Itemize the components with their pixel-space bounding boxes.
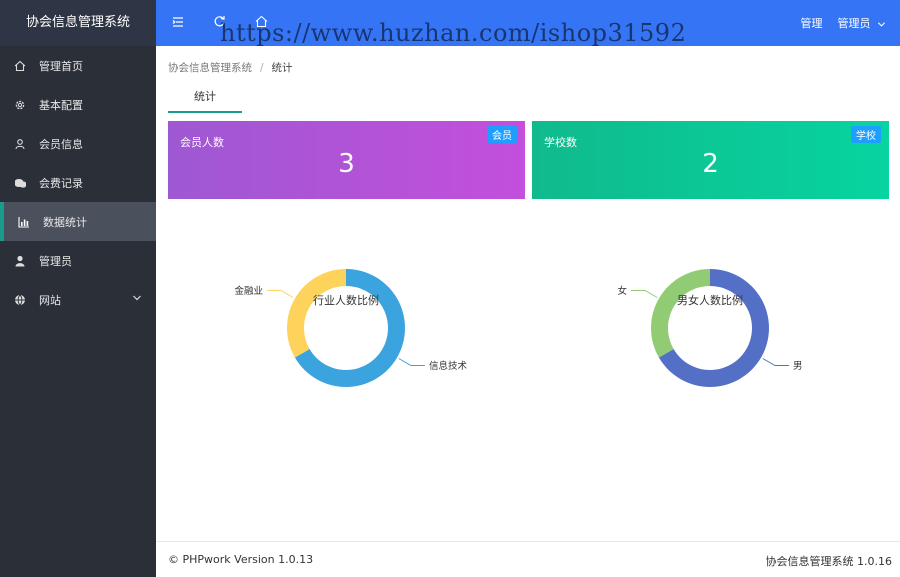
slice-label: 男 — [793, 361, 803, 372]
breadcrumb-separator: / — [260, 62, 264, 74]
label-line — [398, 358, 425, 366]
breadcrumb-current: 统计 — [271, 62, 293, 74]
sidebar-item-label: 会费记录 — [39, 176, 83, 190]
admin-user-label: 管理员 — [837, 17, 871, 30]
gender-ratio-chart: 男女 — [550, 246, 870, 476]
sidebar-item-label: 基本配置 — [39, 98, 83, 112]
donut-slice[interactable] — [287, 269, 346, 358]
sidebar-item-members[interactable]: 会员信息 — [0, 124, 156, 163]
member-count-card: 会员人数 会员 3 — [168, 121, 525, 199]
sidebar-item-label: 管理员 — [39, 254, 72, 268]
slice-label: 信息技术 — [429, 360, 468, 372]
sidebar-item-website[interactable]: 网站 — [0, 280, 156, 319]
sidebar-item-fees[interactable]: 会费记录 — [0, 163, 156, 202]
menu-fold-icon[interactable] — [172, 15, 184, 32]
sidebar-item-statistics[interactable]: 数据统计 — [0, 202, 156, 241]
tab-statistics[interactable]: 统计 — [168, 82, 242, 112]
card-badge: 会员 — [487, 126, 517, 143]
card-badge: 学校 — [851, 126, 881, 143]
admin-user-menu[interactable]: 管理员 — [838, 15, 887, 31]
card-value: 3 — [338, 149, 355, 179]
donut-slice[interactable] — [651, 269, 710, 358]
globe-icon — [13, 293, 27, 307]
user-icon — [13, 137, 27, 151]
card-value: 2 — [702, 149, 719, 179]
sidebar-item-label: 管理首页 — [39, 59, 83, 73]
sidebar: 协会信息管理系统 管理首页 基本配置 会员信息 会费记录 数据统计 管理员 网站 — [0, 0, 156, 577]
footer-app-version: 协会信息管理系统 1.0.16 — [765, 555, 892, 568]
gear-icon — [13, 98, 27, 112]
chevron-down-icon — [132, 293, 142, 306]
main-content: 协会信息管理系统 / 统计 统计 会员人数 会员 3 学校数 学校 2 信息技术 金融… — [156, 46, 900, 577]
person-icon — [13, 254, 27, 268]
breadcrumb-root[interactable]: 协会信息管理系统 — [168, 62, 252, 74]
sidebar-item-admins[interactable]: 管理员 — [0, 241, 156, 280]
bar-chart-icon — [17, 215, 31, 229]
school-count-card: 学校数 学校 2 — [532, 121, 889, 199]
sidebar-item-settings[interactable]: 基本配置 — [0, 85, 156, 124]
footer-version: © PHPwork Version 1.0.13 — [168, 553, 314, 566]
chevron-down-icon — [877, 21, 886, 27]
sidebar-item-label: 网站 — [39, 293, 61, 307]
manage-link[interactable]: 管理 — [801, 15, 823, 31]
industry-ratio-chart: 信息技术 金融业 — [186, 246, 506, 476]
card-title: 学校数 — [544, 136, 577, 149]
card-title: 会员人数 — [180, 136, 224, 149]
tab-active-indicator — [168, 111, 242, 113]
label-line — [762, 358, 789, 366]
chart-title: 行业人数比例 — [313, 294, 379, 307]
sidebar-item-label: 会员信息 — [39, 137, 83, 151]
watermark: https://www.huzhan.com/ishop31592 — [220, 19, 687, 47]
sidebar-item-home[interactable]: 管理首页 — [0, 46, 156, 85]
app-title: 协会信息管理系统 — [0, 0, 156, 46]
chart-title: 男女人数比例 — [677, 294, 743, 307]
breadcrumb: 协会信息管理系统 / 统计 — [168, 60, 293, 75]
coins-icon — [13, 176, 27, 190]
home-icon — [13, 59, 27, 73]
footer: © PHPwork Version 1.0.13 协会信息管理系统 1.0.16 — [156, 541, 900, 577]
sidebar-item-label: 数据统计 — [43, 215, 87, 229]
